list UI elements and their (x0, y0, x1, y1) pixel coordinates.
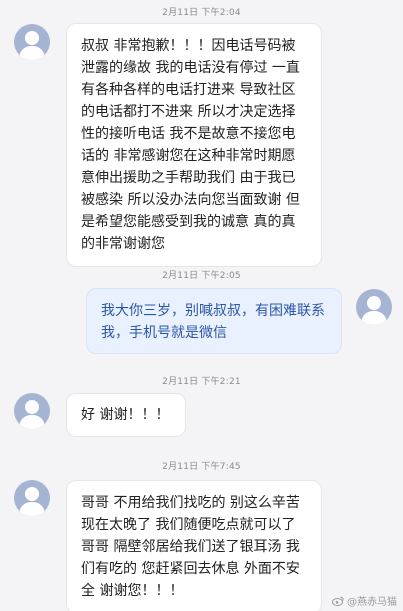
contact-avatar[interactable] (14, 24, 50, 60)
message-timestamp: 2月11日 下午7:45 (162, 462, 241, 472)
self-avatar[interactable] (356, 289, 392, 325)
message-timestamp: 2月11日 下午2:21 (162, 377, 241, 387)
contact-avatar[interactable] (14, 480, 50, 516)
default-user-avatar-icon (361, 296, 387, 325)
incoming-message-bubble[interactable]: 好 谢谢！！！ (66, 393, 187, 437)
weibo-logo-icon (332, 596, 344, 606)
incoming-message-bubble[interactable]: 哥哥 不用给我们找吃的 别这么辛苦 现在太晚了 我们随便吃点就可以了 哥哥 隔壁… (66, 480, 322, 611)
message-timestamp: 2月11日 下午2:04 (162, 8, 241, 18)
default-user-avatar-icon (19, 400, 45, 429)
watermark-text: @燕赤马猫 (347, 597, 397, 608)
default-user-avatar-icon (19, 487, 45, 516)
watermark: @燕赤马猫 (332, 593, 397, 608)
incoming-message-bubble[interactable]: 叔叔 非常抱歉！！！因电话号码被泄露的缘故 我的电话没有停过 一直有各种各样的电… (66, 23, 322, 267)
default-user-avatar-icon (19, 31, 45, 60)
message-timestamp: 2月11日 下午2:05 (162, 271, 241, 281)
contact-avatar[interactable] (14, 393, 50, 429)
outgoing-message-bubble[interactable]: 我大你三岁，别喊叔叔，有困难联系我，手机号就是微信 (86, 288, 342, 354)
